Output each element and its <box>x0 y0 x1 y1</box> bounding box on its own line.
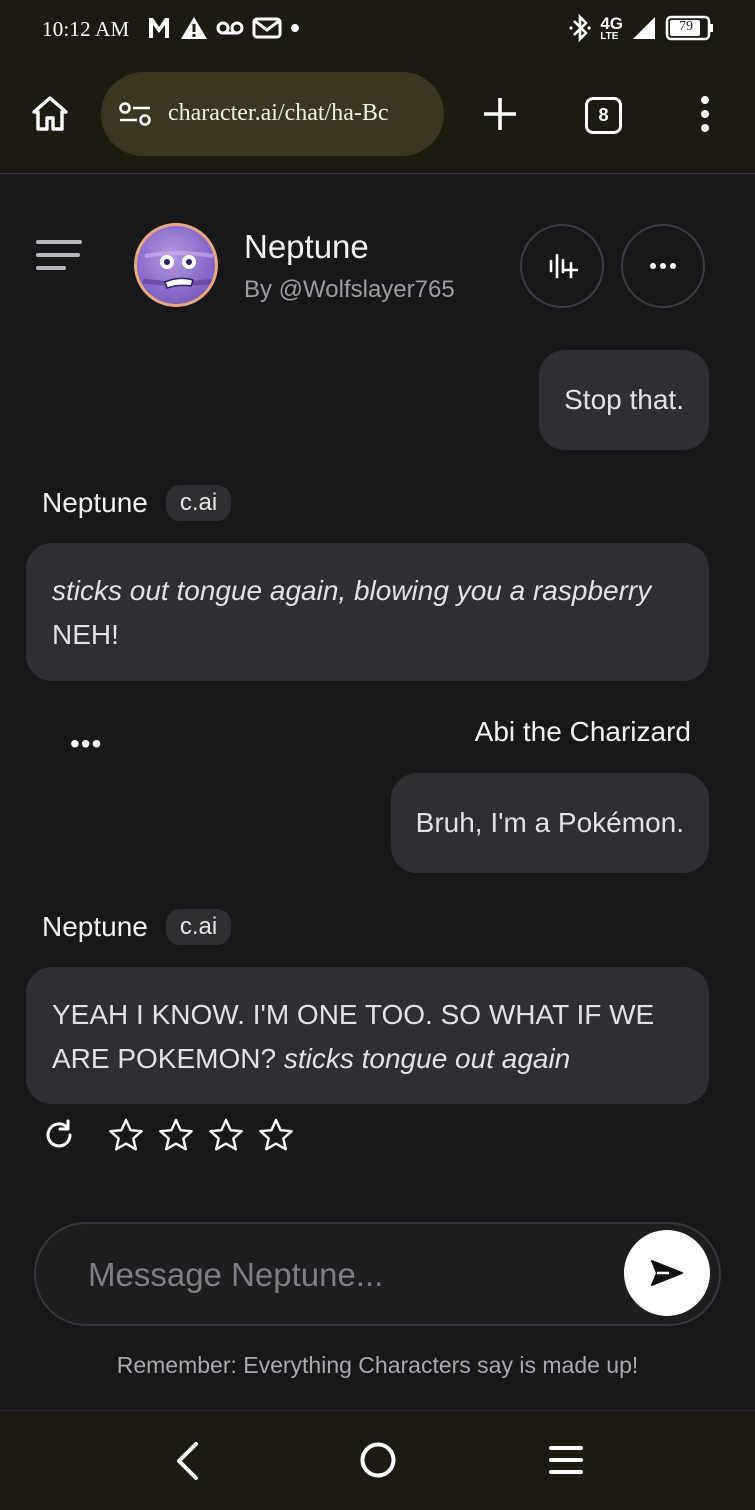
recents-icon[interactable] <box>548 1443 584 1482</box>
message-options-icon[interactable]: ••• <box>70 728 102 760</box>
message-text: Bruh, I'm a Pokémon. <box>415 807 684 838</box>
url-bar[interactable]: character.ai/chat/ha-Bc <box>101 72 444 156</box>
gmail-outline-icon <box>252 16 282 40</box>
message-action-text: sticks tongue out again <box>283 1043 571 1074</box>
home-icon[interactable] <box>28 92 72 136</box>
system-nav-bar <box>0 1410 755 1510</box>
cai-badge: c.ai <box>165 909 232 945</box>
refresh-icon[interactable] <box>42 1118 76 1157</box>
url-text[interactable]: character.ai/chat/ha-Bc <box>168 100 430 127</box>
message-text: NEH! <box>52 619 119 650</box>
dot-icon <box>290 23 300 33</box>
user-message[interactable]: Bruh, I'm a Pokémon. <box>390 773 709 873</box>
gmail-notification-icon <box>146 15 172 41</box>
new-tab-icon[interactable] <box>478 92 522 136</box>
back-icon[interactable] <box>172 1441 202 1486</box>
sender-name: Neptune <box>42 911 148 942</box>
message-action-text: sticks out tongue again, blowing you a r… <box>52 575 652 606</box>
user-message[interactable]: Stop that. <box>539 350 709 450</box>
sidebar-menu-icon[interactable] <box>36 240 82 274</box>
network-type-icon: 4G LTE <box>600 13 623 42</box>
star-icon[interactable] <box>158 1118 194 1157</box>
bot-message[interactable]: sticks out tongue again, blowing you a r… <box>26 543 709 681</box>
notification-icons <box>146 11 300 45</box>
message-input-placeholder[interactable]: Message Neptune... <box>88 1256 383 1294</box>
voicemail-icon <box>216 19 244 37</box>
send-icon[interactable] <box>624 1230 710 1316</box>
bluetooth-icon <box>568 14 592 42</box>
star-icon[interactable] <box>208 1118 244 1157</box>
message-input[interactable]: Message Neptune... <box>34 1222 721 1326</box>
browser-toolbar: character.ai/chat/ha-Bc 8 <box>0 58 755 174</box>
bot-sender: Neptune c.ai <box>42 909 232 945</box>
bot-sender: Neptune c.ai <box>42 485 232 521</box>
character-avatar[interactable] <box>134 223 218 307</box>
site-settings-icon[interactable] <box>118 100 152 133</box>
sender-name: Neptune <box>42 487 148 518</box>
creator-handle[interactable]: By @Wolfslayer765 <box>244 276 455 304</box>
more-horiz-icon[interactable] <box>621 224 705 308</box>
voice-waveform-icon[interactable] <box>520 224 604 308</box>
star-icon[interactable] <box>258 1118 294 1157</box>
bot-message[interactable]: YEAH I KNOW. I'M ONE TOO. SO WHAT IF WE … <box>26 967 709 1104</box>
disclaimer-text: Remember: Everything Characters say is m… <box>116 1352 639 1378</box>
cai-badge: c.ai <box>165 485 232 521</box>
persona-name: Abi the Charizard <box>474 716 691 747</box>
star-icon[interactable] <box>108 1118 144 1157</box>
more-vert-icon[interactable] <box>690 92 720 136</box>
signal-icon <box>631 15 657 41</box>
battery-icon: 79 <box>665 15 715 41</box>
status-bar: 10:12 AM 4G LTE 79 <box>0 0 755 58</box>
rating-row <box>42 1118 294 1157</box>
warning-icon <box>180 15 208 41</box>
home-circle-icon[interactable] <box>359 1441 397 1484</box>
message-text: Stop that. <box>564 384 684 415</box>
character-name[interactable]: Neptune <box>244 228 369 266</box>
status-time: 10:12 AM <box>42 17 130 41</box>
system-icons: 4G LTE 79 <box>568 11 715 45</box>
tab-switcher-button[interactable]: 8 <box>585 97 622 134</box>
